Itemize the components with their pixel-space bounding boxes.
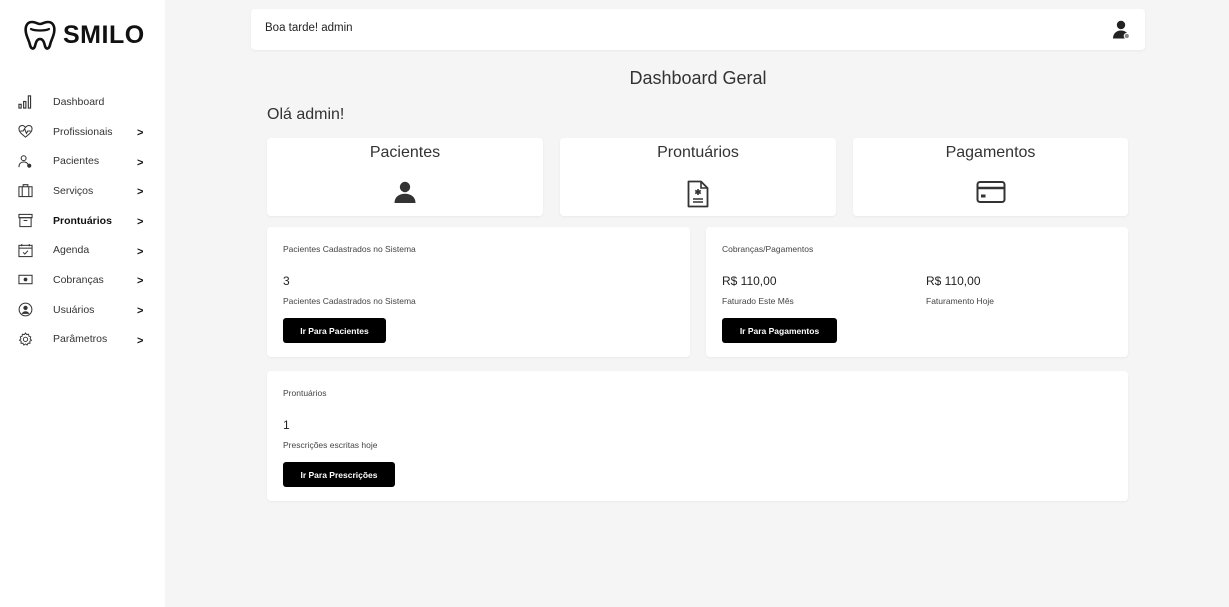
brand-name: SMILO — [63, 20, 145, 49]
tile-pagamentos[interactable]: Pagamentos — [853, 138, 1128, 216]
sidebar-item-label: Serviços — [53, 184, 94, 197]
tile-pacientes[interactable]: Pacientes — [267, 138, 543, 216]
credit-card-icon — [976, 180, 1006, 204]
sidebar-nav: Dashboard Profissionais > Pacientes > Se… — [0, 87, 165, 354]
go-to-payments-button[interactable]: Ir Para Pagamentos — [722, 318, 837, 343]
sidebar-item-label: Cobranças — [53, 273, 104, 286]
sidebar: SMILO Dashboard Profissionais > Paciente… — [0, 0, 165, 607]
go-to-patients-button[interactable]: Ir Para Pacientes — [283, 318, 386, 343]
chevron-right-icon: > — [137, 305, 144, 318]
patients-count: 3 — [283, 274, 290, 288]
sidebar-item-label: Profissionais — [53, 125, 113, 138]
bar-chart-icon — [17, 94, 33, 110]
go-to-prescriptions-button[interactable]: Ir Para Prescrições — [283, 462, 395, 487]
chevron-right-icon: > — [137, 127, 144, 140]
tile-prontuarios[interactable]: Prontuários — [560, 138, 836, 216]
money-icon — [17, 272, 33, 288]
gear-icon — [17, 331, 33, 347]
billing-summary-card: Cobranças/Pagamentos R$ 110,00 Faturado … — [706, 227, 1128, 357]
billing-month-value: R$ 110,00 — [722, 274, 777, 288]
chevron-right-icon: > — [137, 216, 144, 229]
briefcase-icon — [17, 183, 33, 199]
billing-today-caption: Faturamento Hoje — [926, 296, 995, 306]
chevron-right-icon: > — [137, 334, 144, 347]
billing-month-caption: Faturado Este Mês — [722, 296, 794, 306]
tile-title: Prontuários — [657, 144, 739, 161]
page-title: Dashboard Geral — [629, 68, 767, 88]
chevron-right-icon: > — [137, 275, 144, 288]
chevron-right-icon: > — [137, 186, 144, 199]
welcome-heading: Olá admin! — [267, 106, 345, 123]
sidebar-item-label: Dashboard — [53, 95, 105, 108]
chevron-right-icon: > — [137, 156, 144, 169]
billing-today-value: R$ 110,00 — [926, 274, 981, 288]
sidebar-item-agenda[interactable]: Agenda > — [0, 235, 165, 265]
sidebar-item-label: Agenda — [53, 244, 90, 257]
card-heading: Pacientes Cadastrados no Sistema — [283, 244, 416, 254]
users-icon — [17, 153, 33, 169]
user-icon — [393, 180, 417, 204]
patients-caption: Pacientes Cadastrados no Sistema — [283, 296, 416, 306]
sidebar-item-profissionais[interactable]: Profissionais > — [0, 117, 165, 147]
sidebar-item-label: Usuários — [53, 303, 95, 316]
archive-icon — [17, 213, 33, 229]
user-circle-icon — [17, 302, 33, 318]
user-avatar-icon[interactable] — [1112, 20, 1131, 40]
brand-logo[interactable]: SMILO — [23, 18, 145, 52]
heartbeat-icon — [17, 124, 33, 140]
chevron-right-icon: > — [137, 245, 144, 258]
card-heading: Cobranças/Pagamentos — [722, 244, 814, 254]
greeting-text: Boa tarde! admin — [265, 22, 353, 34]
sidebar-item-prontuarios[interactable]: Prontuários > — [0, 206, 165, 236]
sidebar-item-cobrancas[interactable]: Cobranças > — [0, 265, 165, 295]
sidebar-item-usuarios[interactable]: Usuários > — [0, 295, 165, 325]
tile-title: Pacientes — [369, 144, 441, 161]
top-bar: Boa tarde! admin — [251, 9, 1145, 50]
patients-summary-card: Pacientes Cadastrados no Sistema 3 Pacie… — [267, 227, 690, 357]
sidebar-item-parametros[interactable]: Parâmetros > — [0, 325, 165, 355]
tile-title: Pagamentos — [945, 144, 1036, 161]
records-summary-card: Prontuários 1 Prescrições escritas hoje … — [267, 371, 1128, 501]
prescriptions-caption: Prescrições escritas hoje — [283, 440, 378, 450]
medical-document-icon — [687, 180, 709, 208]
tooth-icon — [24, 20, 56, 50]
prescriptions-count: 1 — [283, 418, 290, 432]
sidebar-item-servicos[interactable]: Serviços > — [0, 176, 165, 206]
sidebar-item-label: Prontuários — [53, 214, 112, 227]
sidebar-item-pacientes[interactable]: Pacientes > — [0, 146, 165, 176]
sidebar-item-dashboard[interactable]: Dashboard — [0, 87, 165, 117]
sidebar-item-label: Parâmetros — [53, 333, 108, 346]
card-heading: Prontuários — [283, 388, 327, 398]
calendar-icon — [17, 242, 33, 258]
sidebar-item-label: Pacientes — [53, 155, 100, 168]
